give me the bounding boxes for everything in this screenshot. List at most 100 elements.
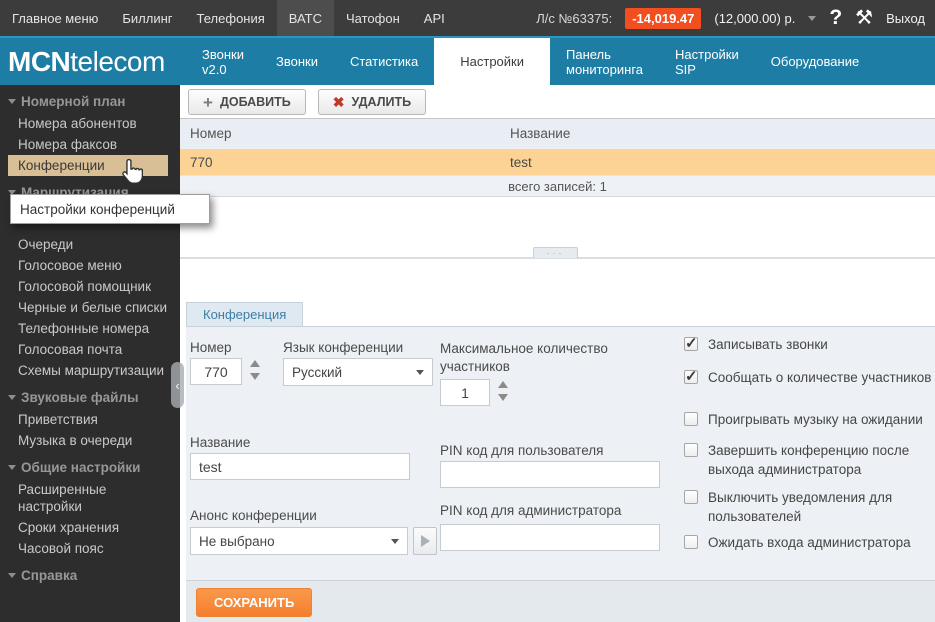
sidebar-section-general-settings[interactable]: Общие настройки bbox=[0, 451, 180, 479]
sidebar-item-fax-numbers[interactable]: Номера факсов bbox=[0, 134, 180, 155]
sidebar-section-help[interactable]: Справка bbox=[0, 559, 180, 587]
pin-admin-label: PIN код для администратора bbox=[440, 503, 621, 518]
app-window: Главное меню Биллинг Телефония ВАТС Чато… bbox=[0, 0, 935, 622]
sidebar-item-phone-numbers[interactable]: Телефонные номера bbox=[0, 318, 180, 339]
sidebar-item-advanced-settings[interactable]: Расширенные настройки bbox=[0, 479, 180, 517]
chevron-down-icon bbox=[8, 99, 16, 104]
announce-label: Анонс конференции bbox=[190, 508, 317, 523]
menu-item-billing[interactable]: Биллинг bbox=[110, 0, 184, 36]
checkbox-disable-user-notifications: Выключить уведомления для пользователей bbox=[684, 488, 935, 526]
language-label: Язык конференции bbox=[283, 340, 403, 355]
sidebar-item-timezone[interactable]: Часовой пояс bbox=[0, 538, 180, 559]
tab-sip-settings[interactable]: Настройки SIP bbox=[659, 38, 755, 85]
checkbox-record-calls: Записывать звонки bbox=[684, 335, 935, 354]
max-participants-input[interactable] bbox=[440, 379, 490, 406]
column-header-number[interactable]: Номер bbox=[180, 126, 510, 141]
sidebar-item-queues[interactable]: Очереди bbox=[0, 234, 180, 255]
max-participants-stepper bbox=[498, 381, 508, 401]
announce-select[interactable]: Не выбрано bbox=[190, 527, 408, 555]
sidebar-item-black-white-lists[interactable]: Черные и белые списки bbox=[0, 297, 180, 318]
main-content: + ДОБАВИТЬ ✖ УДАЛИТЬ Номер Название 770 … bbox=[180, 85, 935, 622]
menu-item-telephony[interactable]: Телефония bbox=[185, 0, 277, 36]
menu-item-vats[interactable]: ВАТС bbox=[277, 0, 334, 36]
tab-settings[interactable]: Настройки bbox=[434, 38, 550, 85]
tab-equipment[interactable]: Оборудование bbox=[755, 38, 875, 85]
sidebar-item-voicemail[interactable]: Голосовая почта bbox=[0, 339, 180, 360]
pin-admin-input[interactable] bbox=[440, 524, 660, 551]
sidebar-section-number-plan[interactable]: Номерной план bbox=[0, 85, 180, 113]
max-participants-label: Максимальное количество участников bbox=[440, 340, 630, 376]
sidebar-collapse-handle[interactable]: ‹ bbox=[171, 362, 184, 408]
account-number-label: Л/с №63375: bbox=[536, 11, 612, 26]
language-select[interactable]: Русский bbox=[283, 358, 433, 386]
pin-user-input[interactable] bbox=[440, 461, 660, 488]
balance-badge: -14,019.47 bbox=[625, 8, 701, 29]
stepper-up-icon[interactable] bbox=[250, 360, 260, 367]
tab-calls[interactable]: Звонки bbox=[260, 38, 334, 85]
table-header: Номер Название bbox=[180, 118, 935, 148]
checkbox[interactable] bbox=[684, 370, 698, 384]
logo-rest: telecom bbox=[70, 46, 165, 78]
sidebar-item-subscriber-numbers[interactable]: Номера абонентов bbox=[0, 113, 180, 134]
sidebar-item-voice-menu[interactable]: Голосовое меню bbox=[0, 255, 180, 276]
tools-icon[interactable]: ⚒ bbox=[855, 8, 873, 28]
stepper-down-icon[interactable] bbox=[250, 373, 260, 380]
sidebar-item-greetings[interactable]: Приветствия bbox=[0, 409, 180, 430]
top-menu: Главное меню Биллинг Телефония ВАТС Чато… bbox=[0, 0, 457, 36]
number-stepper bbox=[250, 360, 260, 380]
save-button[interactable]: СОХРАНИТЬ bbox=[196, 588, 312, 617]
collapse-chevron-icon: ‹ bbox=[175, 378, 179, 393]
checkbox[interactable] bbox=[684, 490, 698, 504]
nav-tabs: Звонки v2.0 Звонки Статистика Настройки … bbox=[186, 38, 935, 85]
x-icon: ✖ bbox=[333, 95, 345, 109]
delete-button[interactable]: ✖ УДАЛИТЬ bbox=[318, 89, 426, 115]
checkbox[interactable] bbox=[684, 412, 698, 426]
column-header-name[interactable]: Название bbox=[510, 126, 935, 141]
tab-conference[interactable]: Конференция bbox=[186, 302, 303, 326]
form-footer: СОХРАНИТЬ bbox=[186, 580, 935, 622]
stepper-up-icon[interactable] bbox=[498, 381, 508, 388]
sidebar-item-retention[interactable]: Сроки хранения bbox=[0, 517, 180, 538]
tab-monitoring-panel[interactable]: Панель мониторинга bbox=[550, 38, 659, 85]
menu-item-main[interactable]: Главное меню bbox=[0, 0, 110, 36]
checkbox[interactable] bbox=[684, 443, 698, 457]
logo-bold: MCN bbox=[8, 46, 70, 78]
sidebar-item-routing-schemes[interactable]: Схемы маршрутизации bbox=[0, 360, 180, 381]
logout-button[interactable]: Выход bbox=[886, 11, 925, 26]
tab-calls-v2[interactable]: Звонки v2.0 bbox=[186, 38, 260, 85]
cell-number: 770 bbox=[180, 155, 510, 170]
select-arrow-icon bbox=[416, 370, 424, 375]
menu-item-api[interactable]: API bbox=[412, 0, 457, 36]
number-input[interactable] bbox=[190, 358, 242, 385]
cell-name: test bbox=[510, 155, 935, 170]
sidebar-item-queue-music[interactable]: Музыка в очереди bbox=[0, 430, 180, 451]
tab-statistics[interactable]: Статистика bbox=[334, 38, 434, 85]
table-row[interactable]: 770 test bbox=[180, 148, 935, 175]
splitter-handle[interactable]: ··· bbox=[533, 247, 578, 258]
account-dropdown-icon[interactable] bbox=[808, 16, 816, 21]
pin-user-label: PIN код для пользователя bbox=[440, 443, 603, 458]
menu-item-chatofon[interactable]: Чатофон bbox=[334, 0, 412, 36]
sidebar-item-voice-assistant[interactable]: Голосовой помощник bbox=[0, 276, 180, 297]
table-total: всего записей: 1 bbox=[180, 175, 935, 197]
account-area: Л/с №63375: -14,019.47 (12,000.00) р. ? … bbox=[536, 0, 935, 36]
plus-icon: + bbox=[203, 94, 213, 111]
checkbox[interactable] bbox=[684, 535, 698, 549]
sidebar-item-conferences[interactable]: Конференции bbox=[8, 155, 168, 176]
checkbox-end-on-admin-exit: Завершить конференцию после выхода админ… bbox=[684, 441, 935, 479]
play-announce-button[interactable] bbox=[413, 527, 437, 555]
sidebar-section-sound-files[interactable]: Звуковые файлы bbox=[0, 381, 180, 409]
name-input[interactable] bbox=[190, 453, 410, 480]
checkbox[interactable] bbox=[684, 337, 698, 351]
checkbox-wait-for-admin: Ожидать входа администратора bbox=[684, 533, 935, 552]
help-icon[interactable]: ? bbox=[829, 6, 842, 30]
checkbox-announce-count: Сообщать о количестве участников bbox=[684, 368, 935, 387]
add-button[interactable]: + ДОБАВИТЬ bbox=[188, 89, 306, 115]
number-label: Номер bbox=[190, 340, 232, 355]
grid-toolbar: + ДОБАВИТЬ ✖ УДАЛИТЬ bbox=[180, 85, 935, 118]
select-arrow-icon bbox=[391, 539, 399, 544]
mcn-telecom-logo[interactable]: MCNtelecom bbox=[0, 38, 186, 85]
splitter-dots-icon: ··· bbox=[547, 251, 565, 256]
play-icon bbox=[421, 535, 430, 547]
stepper-down-icon[interactable] bbox=[498, 394, 508, 401]
